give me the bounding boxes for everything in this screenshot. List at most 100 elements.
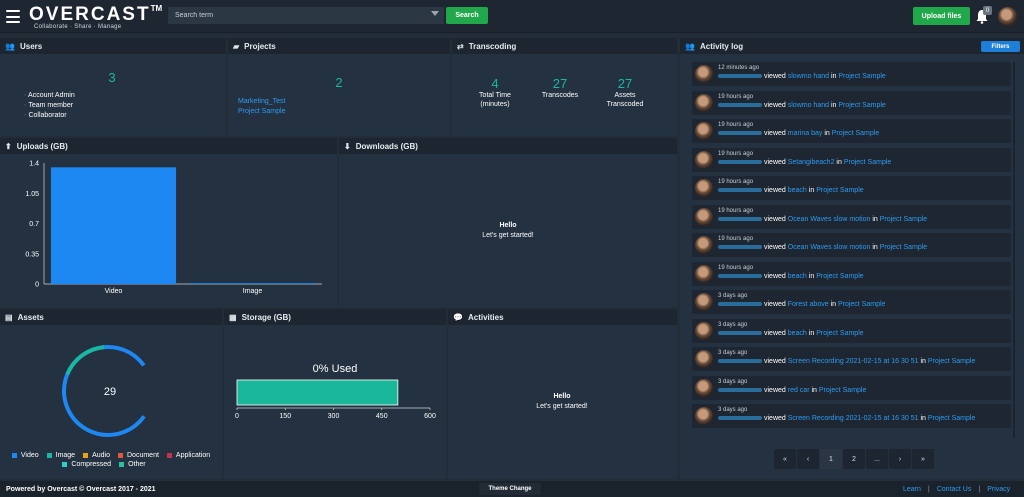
contact-us-link[interactable]: Contact Us <box>937 486 972 493</box>
activity-project-link[interactable]: Project Sample <box>816 330 863 337</box>
activity-log-item[interactable]: 19 hours ago viewed slowmo hand in Projec… <box>692 90 1011 115</box>
page-2-button[interactable]: 2 <box>843 449 865 469</box>
page-1-button[interactable]: 1 <box>820 449 842 469</box>
download-icon: ⬇ <box>344 141 351 151</box>
user-avatar[interactable] <box>998 7 1017 26</box>
activity-asset-link[interactable]: slowmo hand <box>788 102 829 109</box>
project-link[interactable]: Marketing_Test <box>238 97 285 107</box>
activity-project-link[interactable]: Project Sample <box>816 187 863 194</box>
activity-project-link[interactable]: Project Sample <box>838 301 885 308</box>
activity-log-item[interactable]: 19 hours ago viewed Setangibeach2 in Proj… <box>692 147 1011 172</box>
activity-time: 19 hours ago <box>718 179 754 185</box>
search-input[interactable] <box>168 7 444 24</box>
activity-user-avatar <box>695 93 713 112</box>
users-icon: 👥 <box>5 41 15 51</box>
activity-asset-link[interactable]: Setangibeach2 <box>788 159 835 166</box>
activity-log-item[interactable]: 3 days ago viewed beach in Project Sample <box>692 318 1011 343</box>
y-tick-label: 0 <box>35 282 39 289</box>
activity-project-link[interactable]: Project Sample <box>832 130 879 137</box>
activity-project-link[interactable]: Project Sample <box>844 159 891 166</box>
activity-user-avatar <box>695 407 713 425</box>
legend-item[interactable]: Document <box>118 452 159 459</box>
activity-log-item[interactable]: 3 days ago viewed Screen Recording 2021-0… <box>692 347 1011 371</box>
activity-project-link[interactable]: Project Sample <box>819 387 866 394</box>
legend-item[interactable]: Video <box>11 452 39 459</box>
y-tick-label: 0.35 <box>25 251 39 258</box>
search-filter-icon[interactable] <box>431 11 439 16</box>
activity-asset-link[interactable]: red car <box>788 387 810 394</box>
storage-tick-label: 150 <box>279 413 291 420</box>
redacted-user-name <box>718 74 762 79</box>
legend-item[interactable]: Other <box>119 461 146 468</box>
activity-asset-link[interactable]: Screen Recording 2021-02-15 at 16 30 51 <box>788 415 919 422</box>
activity-asset-link[interactable]: beach <box>788 330 807 337</box>
activity-time: 19 hours ago <box>718 150 754 157</box>
upload-files-button[interactable]: Upload files <box>913 7 970 25</box>
legend-item[interactable]: Compressed <box>62 461 111 468</box>
activity-log-item[interactable]: 19 hours ago viewed Ocean Waves slow moti… <box>692 204 1011 229</box>
footer-links: Learn | Contact Us | Privacy <box>903 486 1010 493</box>
activity-log-item[interactable]: 19 hours ago viewed beach in Project Samp… <box>692 261 1011 286</box>
activity-scrollbar[interactable] <box>1013 62 1015 438</box>
learn-link[interactable]: Learn <box>903 486 921 493</box>
activity-text: viewed slowmo hand in Project Sample <box>718 102 886 109</box>
transcoding-panel-header: ⇄ Transcoding <box>452 38 677 54</box>
privacy-link[interactable]: Privacy <box>987 486 1010 493</box>
activity-asset-link[interactable]: marina bay <box>788 130 823 137</box>
activity-project-link[interactable]: Project Sample <box>838 102 885 109</box>
page-next-button[interactable]: › <box>889 449 911 469</box>
activity-asset-link[interactable]: slowmo hand <box>788 73 829 80</box>
activity-log-item[interactable]: 12 minutes ago viewed slowmo hand in Proj… <box>692 62 1011 86</box>
activity-log-item[interactable]: 3 days ago viewed red car in Project Samp… <box>692 375 1011 400</box>
activity-project-link[interactable]: Project Sample <box>928 358 975 365</box>
transcoding-stat: 27 Assets Transcoded <box>606 76 644 108</box>
activity-log-item[interactable]: 19 hours ago viewed beach in Project Samp… <box>692 176 1011 200</box>
redacted-user-name <box>718 131 762 136</box>
activity-log-item[interactable]: 3 days ago viewed Forest above in Project… <box>692 290 1011 314</box>
assets-legend: Video Image Audio Document Application C… <box>0 452 222 470</box>
notification-count-badge: 0 <box>983 6 992 15</box>
page-prev-button[interactable]: ‹ <box>797 449 819 469</box>
activity-asset-link[interactable]: Ocean Waves slow motion <box>788 244 871 251</box>
search-button[interactable]: Search <box>446 7 488 24</box>
transcoding-stat: 27 Transcodes <box>541 76 579 99</box>
theme-change-button[interactable]: Theme Change <box>479 483 541 495</box>
activity-asset-link[interactable]: Ocean Waves slow motion <box>788 216 871 223</box>
page-last-button[interactable]: » <box>912 449 934 469</box>
activity-user-avatar <box>695 293 713 311</box>
activity-asset-link[interactable]: beach <box>788 187 807 194</box>
activity-text: viewed Screen Recording 2021-02-15 at 16… <box>718 415 975 422</box>
redacted-user-name <box>718 359 762 364</box>
overcast-logo[interactable]: OVERCASTTM <box>29 4 162 26</box>
activity-time: 3 days ago <box>718 350 748 356</box>
activity-text: viewed Ocean Waves slow motion in Projec… <box>718 244 927 251</box>
project-link[interactable]: Project Sample <box>238 107 285 117</box>
page-first-button[interactable]: « <box>774 449 796 469</box>
filters-button[interactable]: Filters <box>981 41 1020 52</box>
activity-project-link[interactable]: Project Sample <box>880 216 927 223</box>
activity-log-list[interactable]: 12 minutes ago viewed slowmo hand in Proj… <box>690 62 1014 438</box>
role-item: ▪ Team member <box>24 102 74 109</box>
hamburger-menu-icon[interactable] <box>6 10 20 23</box>
activity-project-link[interactable]: Project Sample <box>880 244 927 251</box>
activity-project-link[interactable]: Project Sample <box>928 415 975 422</box>
activity-asset-link[interactable]: Forest above <box>788 301 829 308</box>
activity-asset-link[interactable]: Screen Recording 2021-02-15 at 16 30 51 <box>788 358 919 365</box>
legend-item[interactable]: Application <box>166 452 210 459</box>
activity-log-item[interactable]: 19 hours ago viewed marina bay in Project… <box>692 119 1011 143</box>
activity-text: viewed beach in Project Sample <box>718 273 864 280</box>
activity-user-avatar <box>695 179 713 197</box>
users-count: 3 <box>108 70 116 85</box>
storage-bar <box>236 379 399 406</box>
transcoding-stat: 4 Total Time (minutes) <box>479 76 511 108</box>
activity-project-link[interactable]: Project Sample <box>838 73 885 80</box>
activity-user-avatar <box>695 122 713 140</box>
activity-log-item[interactable]: 19 hours ago viewed Ocean Waves slow moti… <box>692 233 1011 257</box>
storage-tick-label: 300 <box>328 413 340 420</box>
storage-tick-label: 0 <box>235 413 239 420</box>
activity-log-item[interactable]: 3 days ago viewed Screen Recording 2021-0… <box>692 404 1011 428</box>
legend-item[interactable]: Audio <box>83 452 110 459</box>
legend-item[interactable]: Image <box>46 452 75 459</box>
activity-asset-link[interactable]: beach <box>788 273 807 280</box>
activity-project-link[interactable]: Project Sample <box>816 273 863 280</box>
